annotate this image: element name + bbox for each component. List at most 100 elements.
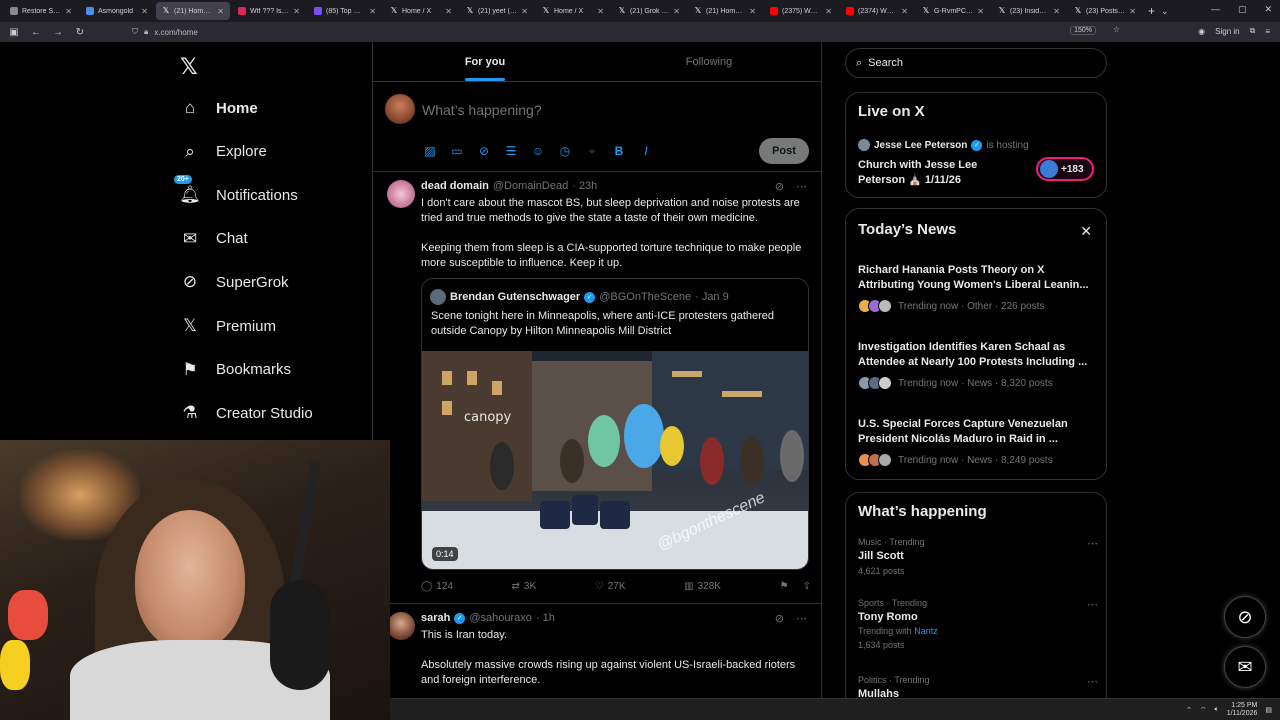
avatar[interactable] [385, 94, 415, 124]
browser-tab[interactable]: 𝕏 (23) Insider Pape ✕ [992, 2, 1066, 20]
close-tab-icon[interactable]: ✕ [445, 7, 452, 16]
close-tab-icon[interactable]: ✕ [1053, 7, 1060, 16]
browser-tab[interactable]: 𝕏 (21) Home / X ✕ [156, 2, 230, 20]
reload-button[interactable]: ↻ [74, 27, 86, 38]
browser-tab[interactable]: (2374) What Hap ✕ [840, 2, 914, 20]
image-icon[interactable]: ▨ [423, 144, 437, 159]
repost-button[interactable]: ⇄ 3K [512, 581, 537, 592]
sidebar-item-chat[interactable]: ✉ Chat [180, 227, 248, 251]
trend-item[interactable]: Sports · Trending Tony Romo Trending wit… [858, 598, 1098, 650]
live-listeners-pill[interactable]: +183 [1036, 157, 1094, 181]
avatar[interactable] [387, 612, 415, 640]
more-icon[interactable]: ⋯ [796, 180, 807, 193]
browser-tab[interactable]: 𝕏 Home / X ✕ [536, 2, 610, 20]
author-name[interactable]: sarah [421, 612, 450, 624]
more-icon[interactable]: ⋯ [1087, 598, 1098, 611]
browser-tab[interactable]: Asmongold ✕ [80, 2, 154, 20]
close-icon[interactable]: ✕ [1080, 223, 1092, 240]
maximize-button[interactable]: ▢ [1238, 4, 1247, 15]
lock-icon[interactable]: 🔒︎ [144, 27, 148, 37]
reply-button[interactable]: ◯ 124 [421, 581, 453, 592]
back-button[interactable]: ← [30, 27, 42, 38]
author-handle[interactable]: @sahouraxo [469, 612, 532, 624]
menu-icon[interactable]: ≡ [1265, 27, 1270, 36]
browser-tab[interactable]: 𝕏 (21) Home / X ✕ [688, 2, 762, 20]
close-tab-icon[interactable]: ✕ [825, 7, 832, 16]
video-player[interactable]: canopy 0:14 @bgonthescene [422, 351, 808, 569]
close-tab-icon[interactable]: ✕ [1129, 7, 1136, 16]
browser-tab[interactable]: (85) Top Channel✕ [308, 2, 382, 20]
chevron-up-icon[interactable]: ⌃ [1186, 706, 1192, 714]
sidebar-item-creator-studio[interactable]: ⚗ Creator Studio [180, 401, 312, 425]
tab-list-chevron-icon[interactable]: ⌄ [1161, 6, 1169, 17]
tweet-time[interactable]: · 1h [536, 612, 555, 624]
clock[interactable]: 1:25 PM 1/11/2026 [1227, 702, 1258, 718]
bold-icon[interactable]: B [612, 144, 626, 159]
author-handle[interactable]: @DomainDead [493, 180, 568, 192]
browser-tab[interactable]: Restore Session ✕ [4, 2, 78, 20]
bookmark-icon[interactable]: ⚑ [780, 581, 789, 592]
close-tab-icon[interactable]: ✕ [217, 7, 224, 16]
emoji-icon[interactable]: ☺ [531, 144, 545, 159]
live-stream-title[interactable]: Church with Jesse Lee Peterson ⛪ 1/11/26 [858, 158, 1018, 188]
browser-tab[interactable]: Wtf ??? Is that a✕ [232, 2, 306, 20]
close-tab-icon[interactable]: ✕ [521, 7, 528, 16]
forward-button[interactable]: → [52, 27, 64, 38]
close-tab-icon[interactable]: ✕ [977, 7, 984, 16]
sidebar-item-home[interactable]: ⌂ Home [180, 96, 258, 120]
bookmark-star-icon[interactable]: ☆ [1113, 25, 1120, 34]
tab-for-you[interactable]: For you [373, 42, 597, 81]
author-name[interactable]: dead domain [421, 180, 489, 192]
like-button[interactable]: ♡ 27K [595, 581, 626, 592]
sidebar-item-premium[interactable]: 𝕏 Premium [180, 314, 276, 338]
grok-icon[interactable]: ⊘ [775, 612, 784, 625]
browser-tab[interactable]: 𝕏 G-RvmPCWgAAI ✕ [916, 2, 990, 20]
poll-icon[interactable]: ☰ [504, 144, 518, 159]
more-icon[interactable]: ⋯ [1087, 537, 1098, 550]
news-item[interactable]: Richard Hanania Posts Theory on X Attrib… [858, 263, 1098, 313]
sidebar-item-supergrok[interactable]: ⊘ SuperGrok [180, 270, 289, 294]
account-icon[interactable]: ◉ [1198, 27, 1205, 36]
close-tab-icon[interactable]: ✕ [749, 7, 756, 16]
more-icon[interactable]: ⋯ [796, 612, 807, 625]
tab-following[interactable]: Following [597, 42, 821, 81]
grok-icon[interactable]: ⊘ [477, 144, 491, 159]
quote-author-handle[interactable]: @BGOnTheScene [599, 291, 691, 303]
notification-icon[interactable]: ▤ [1265, 706, 1272, 714]
italic-icon[interactable]: I [639, 144, 653, 159]
quoted-tweet[interactable]: Brendan Gutenschwager ✓ @BGOnTheScene · … [421, 278, 809, 570]
shield-icon[interactable]: ⛉ [132, 27, 138, 37]
tweet-time[interactable]: · 23h [572, 180, 597, 192]
speaker-icon[interactable]: 🔈︎ [1215, 706, 1219, 714]
close-tab-icon[interactable]: ✕ [597, 7, 604, 16]
quote-time[interactable]: · Jan 9 [695, 291, 729, 303]
news-item[interactable]: U.S. Special Forces Capture Venezuelan P… [858, 417, 1098, 467]
location-icon[interactable]: ⌖ [585, 144, 599, 159]
sidebar-item-explore[interactable]: ⌕ Explore [180, 140, 267, 164]
address-bar[interactable]: ⛉ 🔒︎ x.com/home 150% ☆ [132, 24, 1122, 40]
new-tab-button[interactable]: + [1148, 4, 1155, 18]
quote-author-name[interactable]: Brendan Gutenschwager [450, 291, 580, 303]
grok-icon[interactable]: ⊘ [775, 180, 784, 193]
close-tab-icon[interactable]: ✕ [369, 7, 376, 16]
schedule-icon[interactable]: ◷ [558, 144, 572, 159]
gif-icon[interactable]: ▭ [450, 144, 464, 159]
live-host[interactable]: Jesse Lee Peterson ✓ is hosting [858, 139, 1029, 151]
tweet[interactable]: dead domain @DomainDead · 23h ⊘ ⋯ I don'… [373, 172, 821, 604]
sign-in-button[interactable]: Sign in [1215, 27, 1239, 36]
search-input[interactable]: ⌕ Search [845, 48, 1107, 78]
zoom-level[interactable]: 150% [1070, 26, 1096, 35]
sidebar-item-notifications[interactable]: 🔔︎ 20+ Notifications [174, 175, 298, 207]
browser-tab[interactable]: (2375) Watch Ian ✕ [764, 2, 838, 20]
sidebar-item-bookmarks[interactable]: ⚑ Bookmarks [180, 358, 291, 382]
news-item[interactable]: Investigation Identifies Karen Schaal as… [858, 340, 1098, 390]
messages-fab-button[interactable]: ✉ [1224, 646, 1266, 688]
browser-tab[interactable]: 𝕏 Home / X ✕ [384, 2, 458, 20]
close-tab-icon[interactable]: ✕ [293, 7, 300, 16]
minimize-button[interactable]: — [1211, 4, 1220, 15]
close-tab-icon[interactable]: ✕ [65, 7, 72, 16]
more-icon[interactable]: ⋯ [1087, 675, 1098, 688]
trend-item[interactable]: Politics · Trending Mullahs ⋯ [858, 675, 1098, 698]
share-icon[interactable]: ⇪ [803, 581, 811, 592]
views-button[interactable]: ▥ 328K [684, 581, 721, 592]
